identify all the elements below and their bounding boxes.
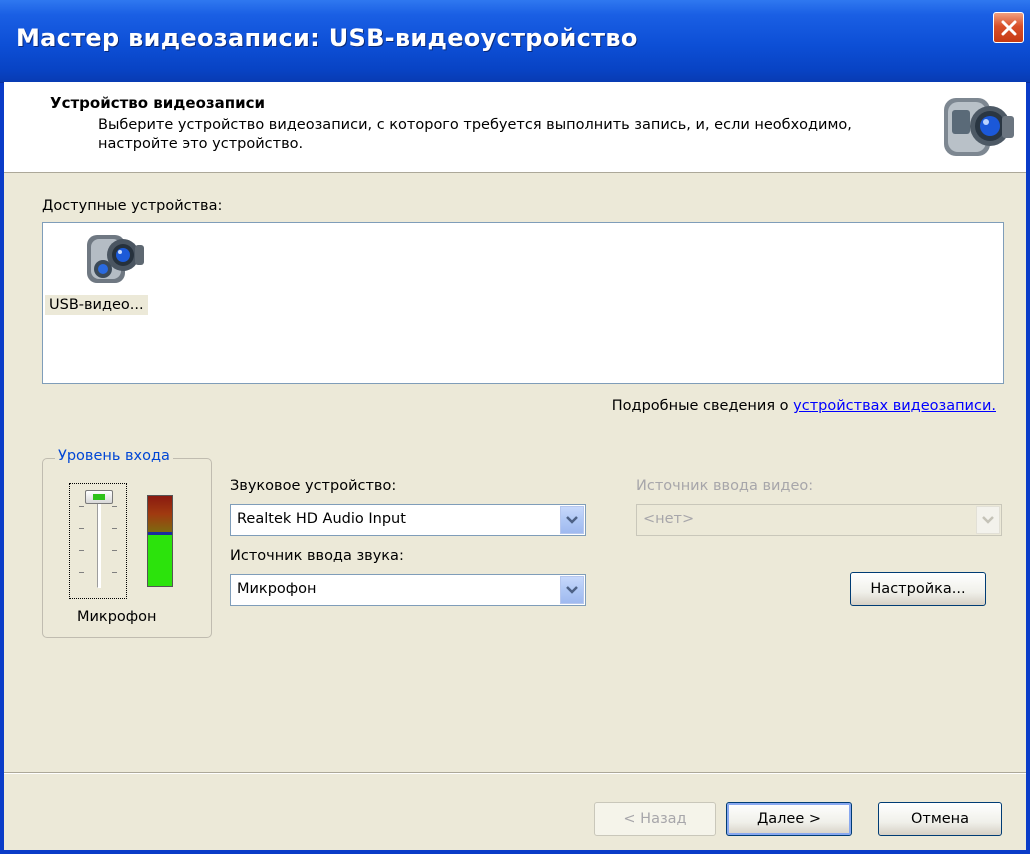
wizard-client-area: Устройство видеозаписи Выберите устройст… bbox=[4, 82, 1026, 850]
usb-video-device-icon bbox=[87, 235, 144, 283]
input-level-caption: Микрофон bbox=[77, 609, 157, 625]
header-title: Устройство видеозаписи bbox=[50, 94, 266, 112]
device-item-label: USB-видео... bbox=[45, 295, 148, 315]
window-title: Мастер видеозаписи: USB-видеоустройство bbox=[16, 24, 638, 52]
audio-source-label: Источник ввода звука: bbox=[230, 548, 404, 564]
slider-track bbox=[97, 498, 101, 588]
audio-device-dropdown-button[interactable] bbox=[560, 506, 584, 534]
title-bar: Мастер видеозаписи: USB-видеоустройство bbox=[0, 0, 1030, 83]
chevron-down-icon bbox=[982, 516, 994, 524]
wizard-window: Мастер видеозаписи: USB-видеоустройство … bbox=[0, 0, 1030, 854]
device-list[interactable]: USB-видео... bbox=[42, 222, 1004, 384]
video-source-value: <нет> bbox=[643, 511, 695, 527]
audio-device-select[interactable]: Realtek HD Audio Input bbox=[230, 504, 586, 536]
audio-source-dropdown-button[interactable] bbox=[560, 576, 584, 604]
audio-source-select[interactable]: Микрофон bbox=[230, 574, 586, 606]
next-button[interactable]: Далее > bbox=[726, 802, 852, 836]
slider-thumb[interactable] bbox=[85, 490, 113, 504]
chevron-down-icon bbox=[566, 586, 578, 594]
close-button[interactable] bbox=[993, 12, 1024, 43]
video-source-select: <нет> bbox=[636, 504, 1002, 536]
info-line: Подробные сведения о устройствах видеоза… bbox=[612, 398, 996, 414]
close-icon bbox=[1001, 20, 1016, 35]
input-level-group: Уровень входа Микрофон bbox=[42, 448, 212, 638]
video-camera-icon bbox=[944, 98, 1014, 156]
back-button: < Назад bbox=[594, 802, 716, 836]
settings-button[interactable]: Настройка... bbox=[850, 572, 986, 606]
video-source-label: Источник ввода видео: bbox=[636, 478, 814, 494]
wizard-header: Устройство видеозаписи Выберите устройст… bbox=[4, 82, 1026, 173]
info-text: Подробные сведения о bbox=[611, 398, 794, 414]
audio-source-value: Микрофон bbox=[237, 581, 317, 597]
header-description: Выберите устройство видеозаписи, с котор… bbox=[98, 117, 852, 152]
audio-device-label: Звуковое устройство: bbox=[230, 478, 397, 494]
input-level-slider[interactable] bbox=[69, 483, 127, 599]
audio-device-value: Realtek HD Audio Input bbox=[237, 511, 406, 527]
video-source-dropdown-button bbox=[976, 506, 1000, 534]
cancel-button[interactable]: Отмена bbox=[878, 802, 1002, 836]
video-devices-link[interactable]: устройствах видеозаписи. bbox=[793, 398, 996, 414]
available-devices-label: Доступные устройства: bbox=[42, 198, 223, 214]
input-level-label: Уровень входа bbox=[55, 448, 173, 464]
footer-separator bbox=[4, 772, 1026, 774]
chevron-down-icon bbox=[566, 516, 578, 524]
level-meter bbox=[147, 495, 173, 587]
device-item-usb-video[interactable]: USB-видео... bbox=[43, 229, 193, 325]
